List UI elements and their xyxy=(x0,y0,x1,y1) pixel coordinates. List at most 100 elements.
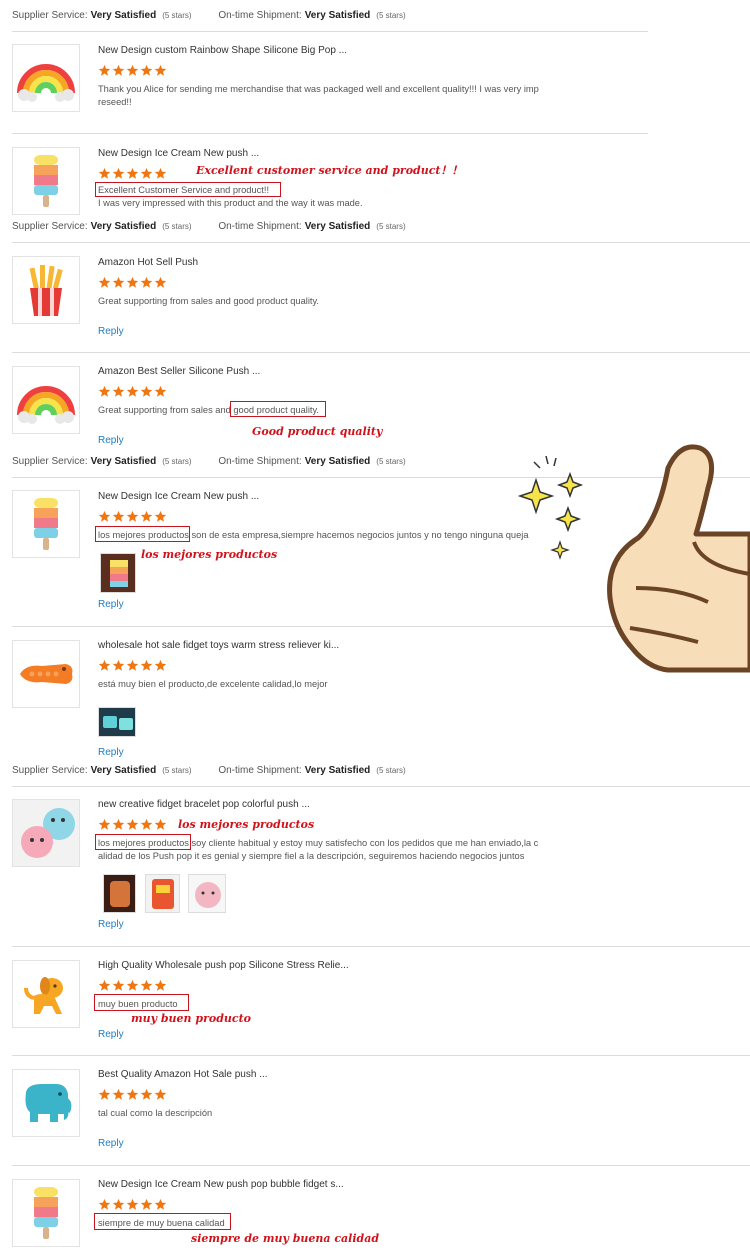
product-thumbnail[interactable] xyxy=(12,1069,80,1137)
review-comment: Thank you Alice for sending me merchandi… xyxy=(98,83,539,109)
shipment-label: On-time Shipment: xyxy=(218,10,302,21)
shipment-label: On-time Shipment: xyxy=(218,765,302,776)
star-icon xyxy=(140,1198,153,1210)
review-product-title[interactable]: wholesale hot sale fidget toys warm stre… xyxy=(98,640,339,651)
highlight-box xyxy=(94,994,189,1011)
review-comment-line: Thank you Alice for sending me merchandi… xyxy=(98,84,539,94)
review-photo[interactable] xyxy=(98,707,136,737)
review-photo[interactable] xyxy=(145,874,180,913)
product-thumbnail[interactable] xyxy=(12,147,80,215)
reply-link[interactable]: Reply xyxy=(98,1138,124,1149)
divider xyxy=(12,1055,750,1056)
reply-link[interactable]: Reply xyxy=(98,599,124,610)
review-product-title[interactable]: New Design custom Rainbow Shape Silicone… xyxy=(98,45,347,56)
supplier-service-value: Very Satisfied xyxy=(90,221,157,232)
star-icon xyxy=(126,659,139,671)
star-icon xyxy=(154,1198,167,1210)
rating-stars xyxy=(98,385,167,399)
rating-stars xyxy=(98,659,167,673)
review-photo[interactable] xyxy=(100,553,136,593)
product-thumbnail[interactable] xyxy=(12,366,80,434)
review-product-title[interactable]: Amazon Best Seller Silicone Push ... xyxy=(98,366,260,377)
rating-stars xyxy=(98,1198,167,1212)
rating-stars xyxy=(98,167,167,181)
star-icon xyxy=(140,1088,153,1100)
supplier-service-label: Supplier Service: xyxy=(12,221,88,232)
annotation-text: Excellent customer service and product！！ xyxy=(196,164,463,177)
star-icon xyxy=(112,818,125,830)
divider xyxy=(12,1165,750,1166)
star-icon xyxy=(98,510,111,522)
fries-product-icon xyxy=(29,265,63,316)
annotation-text: los mejores productos xyxy=(178,818,315,831)
star-icon xyxy=(140,64,153,76)
star-icon xyxy=(126,510,139,522)
star-icon xyxy=(98,167,111,179)
supplier-stars-text: (5 stars) xyxy=(162,222,192,231)
review-comment-text: soy cliente habitual y estoy muy satisfe… xyxy=(188,838,539,848)
review-comment-line: Great supporting from sales and good pro… xyxy=(98,296,320,306)
annotation-text: Good product quality xyxy=(252,425,383,438)
review-product-title[interactable]: High Quality Wholesale push pop Silicone… xyxy=(98,960,349,971)
product-thumbnail[interactable] xyxy=(12,1179,80,1247)
ice-cream-product-icon xyxy=(34,1187,58,1239)
crocodile-product-icon xyxy=(20,664,73,684)
supplier-service-value: Very Satisfied xyxy=(90,10,157,21)
sparkle-icon xyxy=(550,540,570,560)
shipment-value: Very Satisfied xyxy=(304,765,371,776)
star-icon xyxy=(154,979,167,991)
reply-link[interactable]: Reply xyxy=(98,919,124,930)
product-thumbnail[interactable] xyxy=(12,256,80,324)
satisfaction-row: Supplier Service: Very Satisfied (5 stars)… xyxy=(12,221,406,232)
review-comment-line: alidad de los Push pop it es genial y si… xyxy=(98,851,525,861)
star-icon xyxy=(126,64,139,76)
shipment-value: Very Satisfied xyxy=(304,221,371,232)
elephant-product-icon xyxy=(25,1084,72,1122)
review-comment-line: Excellent Customer Service and product!! xyxy=(98,185,270,195)
reply-link[interactable]: Reply xyxy=(98,326,124,337)
star-icon xyxy=(154,1088,167,1100)
product-thumbnail[interactable] xyxy=(12,799,80,867)
rainbow-product-icon xyxy=(17,64,75,102)
review-comment-text: son de esta empresa,siempre hacemos nego… xyxy=(188,530,529,540)
review-product-title[interactable]: Amazon Hot Sell Push xyxy=(98,257,198,268)
rating-stars xyxy=(98,276,167,290)
star-icon xyxy=(98,818,111,830)
reply-link[interactable]: Reply xyxy=(98,435,124,446)
rating-stars xyxy=(98,64,167,78)
review-product-title[interactable]: new creative fidget bracelet pop colorfu… xyxy=(98,799,310,810)
star-icon xyxy=(112,510,125,522)
star-icon xyxy=(112,1198,125,1210)
annotation-text: los mejores productos xyxy=(141,548,278,561)
supplier-service-label: Supplier Service: xyxy=(12,456,88,467)
star-icon xyxy=(112,167,125,179)
product-thumbnail[interactable] xyxy=(12,490,80,558)
review-photo[interactable] xyxy=(188,874,226,913)
review-comment-line: reseed!! xyxy=(98,97,132,107)
review-photo[interactable] xyxy=(103,874,136,913)
star-icon xyxy=(126,979,139,991)
reply-link[interactable]: Reply xyxy=(98,1029,124,1040)
thumbs-up-icon xyxy=(518,444,750,673)
review-comment-line: tal cual como la descripción xyxy=(98,1108,213,1118)
star-icon xyxy=(126,385,139,397)
ice-cream-product-icon xyxy=(110,560,128,587)
star-icon xyxy=(112,385,125,397)
product-thumbnail[interactable] xyxy=(12,44,80,112)
star-icon xyxy=(98,1198,111,1210)
ice-cream-product-icon xyxy=(34,155,58,207)
star-icon xyxy=(126,1198,139,1210)
highlight-box xyxy=(94,1213,231,1230)
product-thumbnail[interactable] xyxy=(12,640,80,708)
review-product-title[interactable]: New Design Ice Cream New push pop bubble… xyxy=(98,1179,344,1190)
supplier-service-label: Supplier Service: xyxy=(12,765,88,776)
review-product-title[interactable]: Best Quality Amazon Hot Sale push ... xyxy=(98,1069,268,1080)
review-product-title[interactable]: New Design Ice Cream New push ... xyxy=(98,148,259,159)
sparkle-icon xyxy=(518,477,555,515)
star-icon xyxy=(126,818,139,830)
review-product-title[interactable]: New Design Ice Cream New push ... xyxy=(98,491,259,502)
star-icon xyxy=(98,276,111,288)
product-thumbnail[interactable] xyxy=(12,960,80,1028)
star-icon xyxy=(140,818,153,830)
reply-link[interactable]: Reply xyxy=(98,747,124,758)
